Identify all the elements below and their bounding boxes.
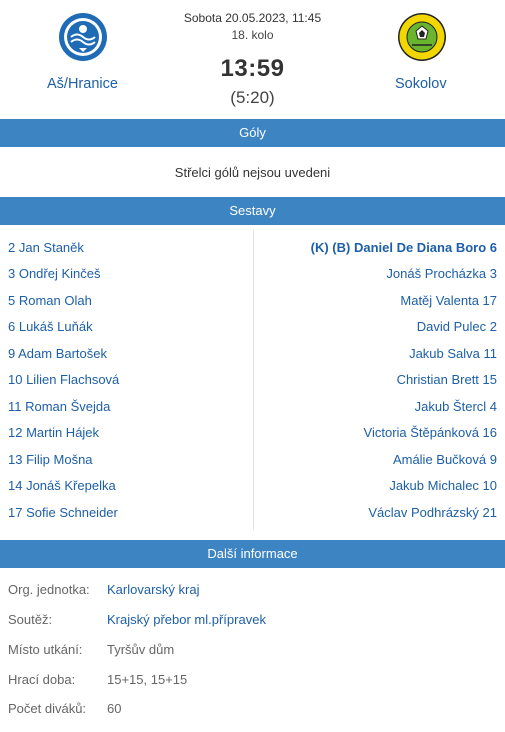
away-player[interactable]: Matěj Valenta 17: [400, 292, 497, 310]
home-player[interactable]: 10 Lilien Flachsová: [8, 371, 119, 389]
away-player[interactable]: Jakub Michalec 10: [389, 477, 497, 495]
more-info-section-header: Další informace: [0, 540, 505, 568]
competition-link[interactable]: Krajský přebor ml.přípravek: [107, 610, 266, 630]
away-player[interactable]: Jonáš Procházka 3: [386, 265, 497, 283]
venue-label: Místo utkání:: [8, 642, 83, 657]
info-row-playtime: Hrací doba: 15+15, 15+15: [0, 670, 505, 690]
playtime-label: Hrací doba:: [8, 672, 76, 687]
home-player[interactable]: 3 Ondřej Kinčeš: [8, 265, 101, 283]
venue-value: Tyršův dům: [107, 642, 175, 657]
home-player[interactable]: 5 Roman Olah: [8, 292, 92, 310]
lineup-divider: [253, 230, 254, 530]
lineups-table: 2 Jan Staněk 3 Ondřej Kinčeš 5 Roman Ola…: [0, 230, 505, 530]
away-player[interactable]: Václav Podhrázský 21: [368, 504, 497, 522]
home-player[interactable]: 14 Jonáš Křepelka: [8, 477, 116, 495]
info-row-spectators: Počet diváků: 60: [0, 699, 505, 719]
away-player-captain[interactable]: (K) (B) Daniel De Diana Boro 6: [311, 239, 497, 257]
match-header: Aš/Hranice Sobota 20.05.2023, 11:45 18. …: [0, 0, 505, 120]
home-player[interactable]: 9 Adam Bartošek: [8, 345, 107, 363]
info-row-venue: Místo utkání: Tyršův dům: [0, 640, 505, 660]
away-player[interactable]: Christian Brett 15: [397, 371, 497, 389]
goals-section-header: Góly: [0, 119, 505, 147]
away-team-crest[interactable]: [397, 12, 447, 62]
match-datetime: 20.05.2023, 11:45: [225, 11, 322, 25]
home-player[interactable]: 12 Martin Hájek: [8, 424, 99, 442]
away-player[interactable]: Amálie Bučková 9: [393, 451, 497, 469]
lineups-section-header: Sestavy: [0, 197, 505, 225]
home-player[interactable]: 13 Filip Mošna: [8, 451, 93, 469]
away-player[interactable]: Jakub Štercl 4: [415, 398, 497, 416]
info-row-competition: Soutěž: Krajský přebor ml.přípravek: [0, 610, 505, 630]
org-link[interactable]: Karlovarský kraj: [107, 580, 199, 600]
home-player[interactable]: 11 Roman Švejda: [8, 398, 110, 416]
spectators-value: 60: [107, 701, 122, 716]
home-player[interactable]: 17 Sofie Schneider: [8, 504, 118, 522]
spectators-label: Počet diváků:: [8, 701, 87, 716]
home-player[interactable]: 6 Lukáš Luňák: [8, 318, 93, 336]
competition-label: Soutěž:: [8, 612, 53, 627]
home-player[interactable]: 2 Jan Staněk: [8, 239, 84, 257]
away-player[interactable]: Jakub Salva 11: [409, 345, 497, 363]
match-day: Sobota: [183, 11, 222, 25]
org-label: Org. jednotka:: [8, 582, 90, 597]
info-row-org: Org. jednotka: Karlovarský kraj: [0, 580, 505, 600]
away-player[interactable]: Victoria Štěpánková 16: [364, 424, 497, 442]
away-team-name[interactable]: Sokolov: [395, 76, 447, 92]
playtime-value: 15+15, 15+15: [107, 672, 188, 687]
goals-note: Střelci gólů nejsou uvedeni: [174, 165, 331, 180]
away-player[interactable]: David Pulec 2: [417, 318, 497, 336]
